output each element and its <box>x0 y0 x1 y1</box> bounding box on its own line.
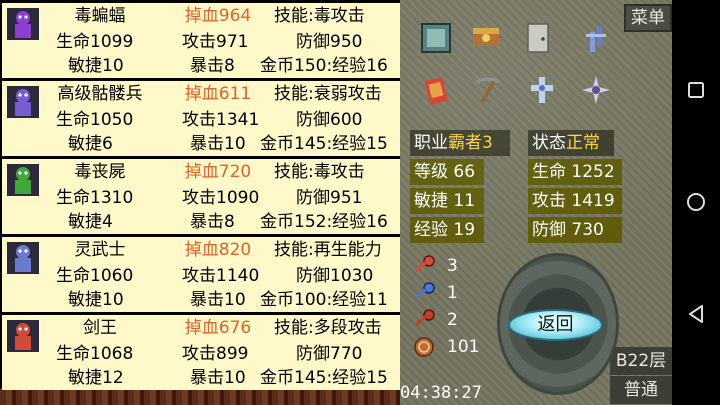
monster-crit: 暴击10 <box>190 368 246 388</box>
monster-defense: 防御950 <box>296 32 363 52</box>
monster-damage: 掉血676 <box>184 318 252 338</box>
monster-agility: 敏捷10 <box>68 290 124 310</box>
monster-hp: 生命1060 <box>56 266 134 286</box>
notebook-icon[interactable] <box>418 72 454 108</box>
monster-agility: 敏捷4 <box>68 212 113 232</box>
monster-attack: 攻击1341 <box>182 110 260 130</box>
monster-hp: 生命1310 <box>56 188 134 208</box>
triangle-back-icon <box>689 305 703 323</box>
monster-agility: 敏捷12 <box>68 368 124 388</box>
attack-stat: 攻击 1419 <box>528 188 622 214</box>
fly-wand-icon[interactable] <box>578 20 614 56</box>
coin-icon <box>414 337 434 357</box>
monster-card[interactable]: 毒蝙蝠 掉血964 技能:毒攻击生命1099 攻击971 防御950 敏捷10 暴击8 金币1… <box>2 3 400 78</box>
monster-hp: 生命1050 <box>56 110 134 130</box>
monster-reward: 金币100:经验11 <box>260 290 388 310</box>
monster-damage: 掉血964 <box>184 6 252 26</box>
android-nav-bar <box>672 0 720 405</box>
blue-key-icon <box>415 282 435 299</box>
recent-apps-button[interactable] <box>686 80 706 100</box>
monster-agility: 敏捷10 <box>68 56 124 76</box>
red-key-count: 2 <box>447 310 458 330</box>
monster-skill: 技能:衰弱攻击 <box>274 84 382 104</box>
exp-stat: 经验 19 <box>410 217 484 243</box>
blue-key-count: 1 <box>447 283 458 303</box>
monster-manual-icon[interactable] <box>418 20 454 56</box>
monster-damage: 掉血820 <box>184 240 252 260</box>
coin-row: 101 <box>413 336 479 358</box>
monster-skill: 技能:多段攻击 <box>274 318 382 338</box>
agility-stat: 敏捷 11 <box>410 188 484 214</box>
monster-skill: 技能:毒攻击 <box>274 162 365 182</box>
monster-crit: 暴击10 <box>190 290 246 310</box>
key-row-blue: 1 <box>413 282 458 304</box>
compass-icon[interactable] <box>578 72 614 108</box>
home-button[interactable] <box>686 192 706 212</box>
skeleton-icon <box>5 84 41 120</box>
monster-crit: 暴击10 <box>190 134 246 154</box>
monster-defense: 防御600 <box>296 110 363 130</box>
play-time: 04:38:27 <box>400 383 482 403</box>
monster-attack: 攻击1140 <box>182 266 260 286</box>
zombie-icon <box>5 162 41 198</box>
monster-attack: 攻击1090 <box>182 188 260 208</box>
monster-name: 剑王 <box>83 318 117 338</box>
monster-name: 高级骷髅兵 <box>57 84 143 104</box>
monster-reward: 金币145:经验15 <box>260 134 388 154</box>
monster-name: 毒丧屍 <box>74 162 126 182</box>
door-icon[interactable] <box>520 20 556 56</box>
monster-skill: 技能:再生能力 <box>274 240 382 260</box>
monster-crit: 暴击8 <box>190 56 235 76</box>
monster-attack: 攻击971 <box>182 32 249 52</box>
coin-count: 101 <box>447 337 480 357</box>
difficulty-label[interactable]: 普通 <box>610 376 672 404</box>
sword-king-icon <box>5 318 41 354</box>
monster-name: 灵武士 <box>74 240 126 260</box>
monster-skill: 技能:毒攻击 <box>274 6 365 26</box>
square-icon <box>688 82 704 98</box>
bat-icon <box>5 6 41 42</box>
pickaxe-icon[interactable] <box>470 72 506 108</box>
monster-hp: 生命1068 <box>56 344 134 364</box>
back-nav-button[interactable] <box>686 304 706 324</box>
menu-button[interactable]: 菜单 <box>624 4 672 32</box>
monster-card[interactable]: 灵武士 掉血820 技能:再生能力生命1060 攻击1140 防御1030 敏捷10 暴击1… <box>2 237 400 312</box>
hp-stat: 生命 1252 <box>528 159 622 185</box>
monster-defense: 防御951 <box>296 188 363 208</box>
circle-icon <box>687 193 705 211</box>
yellow-key-icon <box>415 255 435 272</box>
level-stat: 等级 66 <box>410 159 484 185</box>
red-key-icon <box>415 309 435 326</box>
monster-agility: 敏捷6 <box>68 134 113 154</box>
monster-defense: 防御770 <box>296 344 363 364</box>
monster-damage: 掉血611 <box>184 84 252 104</box>
monster-reward: 金币152:经验16 <box>260 212 388 232</box>
armored-knight-icon <box>5 240 41 276</box>
treasure-chest-icon[interactable] <box>468 20 504 56</box>
monster-card[interactable]: 毒丧屍 掉血720 技能:毒攻击生命1310 攻击1090 防御951 敏捷4 暴击8 金币1… <box>2 159 400 234</box>
monster-crit: 暴击8 <box>190 212 235 232</box>
defense-stat: 防御 730 <box>528 217 622 243</box>
floor-indicator[interactable]: B22层 <box>610 347 672 375</box>
back-button[interactable]: 返回 <box>508 309 603 341</box>
monster-attack: 攻击899 <box>182 344 249 364</box>
status-tag: 状态正常 <box>528 130 614 156</box>
monster-name: 毒蝙蝠 <box>74 6 126 26</box>
monster-defense: 防御1030 <box>296 266 374 286</box>
monster-reward: 金币145:经验15 <box>260 368 388 388</box>
class-tag: 职业霸者3 <box>410 130 510 156</box>
monster-card[interactable]: 高级骷髅兵 掉血611 技能:衰弱攻击生命1050 攻击1341 防御600 敏捷6 暴击1… <box>2 81 400 156</box>
monster-damage: 掉血720 <box>184 162 252 182</box>
yellow-key-count: 3 <box>447 256 458 276</box>
monster-hp: 生命1099 <box>56 32 134 52</box>
key-row-yellow: 3 <box>413 255 458 277</box>
monster-reward: 金币150:经验16 <box>260 56 388 76</box>
key-row-red: 2 <box>413 309 458 331</box>
game-screen: 菜单 职业霸者3 状态正常 等级 66 敏捷 11 经验 19 生命 1252 … <box>0 0 672 405</box>
monster-card[interactable]: 剑王 掉血676 技能:多段攻击生命1068 攻击899 防御770 敏捷12 暴击10 金币… <box>2 315 400 390</box>
monster-list[interactable]: 毒蝙蝠 掉血964 技能:毒攻击 生命1099 攻击971 防御950 敏捷10 暴击8 金币1… <box>0 0 400 390</box>
holy-cross-icon[interactable] <box>524 72 560 108</box>
